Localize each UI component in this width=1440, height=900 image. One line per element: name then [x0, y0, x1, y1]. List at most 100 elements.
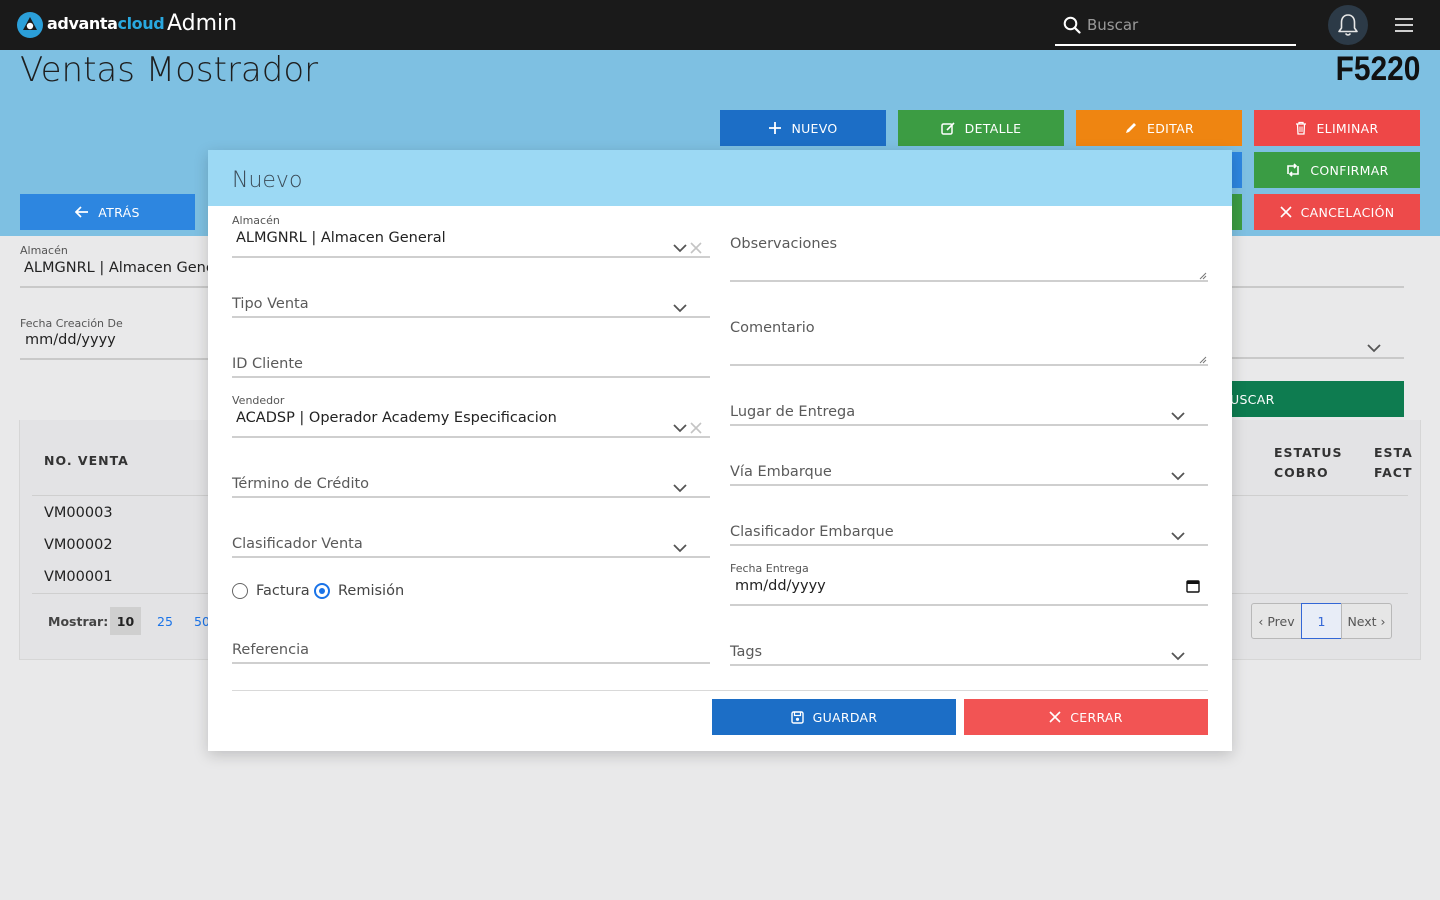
bg-fecha-value[interactable]: mm/dd/yyyy: [25, 332, 116, 348]
global-search: [1055, 4, 1296, 46]
chevron-down-icon[interactable]: [1367, 344, 1381, 353]
hamburger-menu-icon[interactable]: [1394, 17, 1414, 33]
fecha-entrega-label: Fecha Entrega: [730, 562, 809, 575]
comentario-textarea[interactable]: Comentario: [730, 318, 1208, 366]
notifications-button[interactable]: [1328, 5, 1368, 45]
pagination-prev[interactable]: ‹ Prev: [1251, 603, 1302, 639]
vendedor-select[interactable]: Vendedor ACADSP | Operador Academy Espec…: [232, 394, 710, 438]
nuevo-button[interactable]: NUEVO: [720, 110, 886, 146]
via-embarque-underline: [730, 484, 1208, 486]
col-header-no-venta[interactable]: NO. VENTA: [44, 453, 129, 468]
page-size-25[interactable]: 25: [157, 614, 173, 629]
referencia-input[interactable]: Referencia: [232, 638, 710, 664]
vendedor-label: Vendedor: [232, 394, 285, 407]
clasificador-venta-select[interactable]: Clasificador Venta: [232, 532, 710, 558]
pencil-icon: [1126, 123, 1137, 133]
clasificador-embarque-select[interactable]: Clasificador Embarque: [730, 520, 1208, 546]
resize-handle-icon[interactable]: [1199, 356, 1207, 364]
calendar-icon[interactable]: [1186, 579, 1200, 593]
vendedor-underline: [232, 436, 710, 438]
clear-icon[interactable]: [690, 242, 702, 254]
table-footer-divider-right: [1232, 593, 1408, 594]
almacen-label: Almacén: [232, 214, 280, 227]
guardar-button[interactable]: GUARDAR: [712, 699, 956, 735]
table-row[interactable]: VM00003: [44, 505, 113, 521]
lugar-entrega-placeholder: Lugar de Entrega: [730, 404, 856, 420]
nuevo-label: NUEVO: [791, 120, 838, 136]
section-title: Admin: [167, 11, 238, 36]
tags-underline: [730, 664, 1208, 666]
bg-almacen-value[interactable]: ALMGNRL | Almacen General: [24, 260, 208, 276]
observaciones-textarea[interactable]: Observaciones: [730, 234, 1208, 282]
table-row[interactable]: VM00001: [44, 569, 113, 585]
chevron-down-icon: [1171, 472, 1185, 481]
col-header-estatus-fact-2: FACT: [1374, 465, 1413, 480]
vendedor-value: ACADSP | Operador Academy Especificacion: [236, 410, 557, 426]
bg-almacen-underline: [20, 286, 208, 288]
clear-icon[interactable]: [690, 422, 702, 434]
via-embarque-select[interactable]: Vía Embarque: [730, 460, 1208, 486]
search-input[interactable]: [1087, 14, 1287, 36]
nuevo-modal: Nuevo Almacén ALMGNRL | Almacen General …: [208, 150, 1232, 751]
modal-header: [208, 150, 1232, 206]
comentario-underline: [730, 364, 1208, 366]
radio-factura[interactable]: Factura: [232, 583, 310, 599]
table-row[interactable]: VM00002: [44, 537, 113, 553]
chevron-down-icon: [673, 244, 687, 253]
table-header-divider-right: [1232, 495, 1408, 496]
id-cliente-underline: [232, 376, 710, 378]
resize-handle-icon[interactable]: [1199, 272, 1207, 280]
bell-icon: [1338, 14, 1358, 36]
lugar-entrega-underline: [730, 424, 1208, 426]
lugar-entrega-select[interactable]: Lugar de Entrega: [730, 400, 1208, 426]
buscar-label: USCAR: [1230, 391, 1275, 407]
bg-select-underline-right: [1232, 357, 1404, 359]
modal-title: Nuevo: [232, 168, 303, 193]
cerrar-button[interactable]: CERRAR: [964, 699, 1208, 735]
tags-placeholder: Tags: [730, 644, 763, 660]
col-header-estatus-cobro-1[interactable]: ESTATUS: [1274, 445, 1342, 460]
eliminar-label: ELIMINAR: [1316, 120, 1379, 136]
termino-credito-placeholder: Término de Crédito: [232, 476, 370, 492]
id-cliente-input[interactable]: ID Cliente: [232, 352, 710, 378]
tipo-venta-placeholder: Tipo Venta: [232, 296, 309, 312]
tipo-venta-select[interactable]: Tipo Venta: [232, 292, 710, 318]
detalle-button[interactable]: DETALLE: [898, 110, 1064, 146]
atras-button[interactable]: ATRÁS: [20, 194, 195, 230]
confirmar-button[interactable]: CONFIRMAR: [1254, 152, 1420, 188]
editar-button[interactable]: EDITAR: [1076, 110, 1242, 146]
fecha-entrega-underline: [730, 604, 1208, 606]
retweet-icon: [1287, 163, 1300, 177]
bg-field-underline-right: [1232, 286, 1404, 288]
table-header-divider: [32, 495, 208, 496]
edit-box-icon: [940, 121, 955, 135]
observaciones-underline: [730, 280, 1208, 282]
bg-fecha-underline: [20, 358, 208, 360]
plus-icon: [769, 122, 782, 134]
advanta-logo-icon[interactable]: [15, 10, 45, 40]
radio-remision-label: Remisión: [338, 583, 405, 599]
cancelacion-button[interactable]: CANCELACIÓN: [1254, 194, 1420, 230]
col-header-estatus-fact-1[interactable]: ESTA: [1374, 445, 1413, 460]
clasificador-venta-underline: [232, 556, 710, 558]
termino-credito-select[interactable]: Término de Crédito: [232, 472, 710, 498]
chevron-down-icon: [1171, 652, 1185, 661]
brand-name-accent: cloud: [117, 14, 165, 33]
brand-name[interactable]: advantacloud: [47, 14, 165, 33]
page-size-50[interactable]: 50: [194, 614, 208, 629]
almacen-select[interactable]: Almacén ALMGNRL | Almacen General: [232, 214, 710, 258]
pagination-next[interactable]: Next ›: [1341, 603, 1392, 639]
radio-factura-circle: [232, 583, 248, 599]
eliminar-button[interactable]: ELIMINAR: [1254, 110, 1420, 146]
id-cliente-placeholder: ID Cliente: [232, 356, 303, 372]
pagination-page-1[interactable]: 1: [1301, 603, 1342, 639]
buscar-button[interactable]: USCAR: [1222, 381, 1404, 417]
tags-select[interactable]: Tags: [730, 640, 1208, 666]
clasificador-embarque-placeholder: Clasificador Embarque: [730, 524, 894, 540]
radio-remision[interactable]: Remisión: [314, 583, 404, 599]
page-title: Ventas Mostrador: [20, 50, 319, 90]
fecha-entrega-input[interactable]: Fecha Entrega mm/dd/yyyy: [730, 562, 1208, 606]
page-size-10[interactable]: 10: [110, 607, 141, 635]
clasificador-venta-placeholder: Clasificador Venta: [232, 536, 363, 552]
chevron-down-icon: [673, 304, 687, 313]
